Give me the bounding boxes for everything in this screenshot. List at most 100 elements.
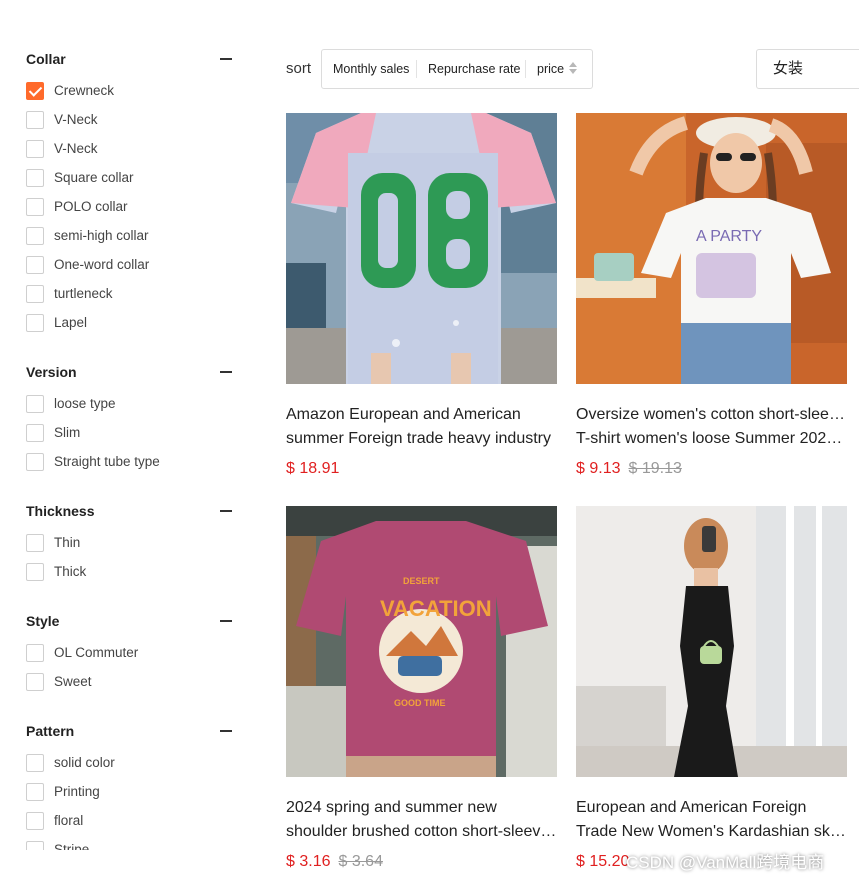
product-title[interactable]: 2024 spring and summer new shoulder brus…: [286, 796, 557, 844]
checkbox[interactable]: [26, 453, 44, 471]
pink-vacation-tshirt-photo[interactable]: VACATION DESERT GOOD TIME: [286, 506, 557, 777]
filter-option-label: V-Neck: [54, 141, 98, 156]
filter-option-label: Crewneck: [54, 83, 115, 98]
svg-text:DESERT: DESERT: [403, 576, 440, 586]
product-title[interactable]: Oversize women's cotton short-sleeved T-…: [576, 403, 847, 451]
checkbox[interactable]: [26, 783, 44, 801]
collapse-minus-icon[interactable]: [220, 58, 232, 60]
checkbox[interactable]: [26, 111, 44, 129]
filter-option-square-collar[interactable]: Square collar: [26, 169, 236, 187]
filter-option-label: Thin: [54, 535, 81, 550]
original-price: $ 19.13: [628, 460, 682, 477]
product-title[interactable]: Amazon European and American summer Fore…: [286, 403, 557, 451]
sort-repurchase-rate-button[interactable]: Repurchase rate: [428, 50, 520, 88]
price-row: $ 9.13 $ 19.13: [576, 457, 682, 481]
checkbox[interactable]: [26, 314, 44, 332]
checkbox[interactable]: [26, 198, 44, 216]
checkbox[interactable]: [26, 424, 44, 442]
svg-text:A PARTY: A PARTY: [696, 228, 762, 245]
product-price: $ 9.13: [576, 460, 621, 477]
collapse-minus-icon[interactable]: [220, 620, 232, 622]
filter-option-floral[interactable]: floral: [26, 812, 236, 830]
product-title-line: 2024 spring and summer new: [286, 799, 497, 816]
product-title[interactable]: European and American Foreign Trade New …: [576, 796, 847, 844]
filter-option-thick[interactable]: Thick: [26, 563, 236, 581]
sort-monthly-sales-button[interactable]: Monthly sales: [333, 50, 409, 88]
checkbox[interactable]: [26, 227, 44, 245]
product-price: $ 15.20: [576, 853, 630, 870]
checkbox[interactable]: [26, 644, 44, 662]
sort-price-button[interactable]: price: [537, 50, 564, 88]
price-row: $ 15.20: [576, 850, 629, 874]
checkbox[interactable]: [26, 812, 44, 830]
filter-option-label: semi-high collar: [54, 228, 149, 243]
filter-option-label: OL Commuter: [54, 645, 139, 660]
filter-option-loose-type[interactable]: loose type: [26, 395, 236, 413]
checkbox[interactable]: [26, 534, 44, 552]
filter-option-semi-high-collar[interactable]: semi-high collar: [26, 227, 236, 245]
filter-option-label: Stripe: [54, 842, 90, 850]
product-title-line: T-shirt women's loose Summer 2024 new: [576, 430, 847, 447]
filter-option-slim[interactable]: Slim: [26, 424, 236, 442]
checkbox[interactable]: [26, 140, 44, 158]
product-title-line: Oversize women's cotton short-sleeved: [576, 406, 847, 423]
product-title-line: European and American Foreign: [576, 799, 807, 816]
checkbox[interactable]: [26, 256, 44, 274]
product-title-line: Trade New Women's Kardashian skinny: [576, 823, 847, 840]
collapse-minus-icon[interactable]: [220, 371, 232, 373]
filter-option-printing[interactable]: Printing: [26, 783, 236, 801]
checkbox[interactable]: [26, 169, 44, 187]
filter-option-label: Thick: [54, 564, 87, 579]
facet-title: Pattern: [26, 723, 75, 739]
collapse-minus-icon[interactable]: [220, 730, 232, 732]
checkbox[interactable]: [26, 563, 44, 581]
category-select[interactable]: 女装: [756, 49, 859, 89]
product-title-line: Amazon European and American: [286, 406, 521, 423]
checkbox[interactable]: [26, 285, 44, 303]
filter-option-v-neck[interactable]: V-Neck: [26, 111, 236, 129]
filter-option-lapel[interactable]: Lapel: [26, 314, 236, 332]
filter-option-ol-commuter[interactable]: OL Commuter: [26, 644, 236, 662]
checkbox[interactable]: [26, 395, 44, 413]
filter-option-label: Printing: [54, 784, 100, 799]
checkbox-checked[interactable]: [26, 82, 44, 100]
filter-option-label: Straight tube type: [54, 454, 160, 469]
filter-option-label: Square collar: [54, 170, 134, 185]
checkbox[interactable]: [26, 754, 44, 772]
filter-option-one-word-collar[interactable]: One-word collar: [26, 256, 236, 274]
sort-label: sort: [286, 60, 312, 77]
checkbox[interactable]: [26, 841, 44, 850]
filter-option-solid-color[interactable]: solid color: [26, 754, 236, 772]
facet-header-thickness[interactable]: Thickness: [26, 501, 232, 521]
price-row: $ 18.91: [286, 457, 339, 481]
product-price: $ 3.16: [286, 853, 331, 870]
facet-title: Thickness: [26, 503, 95, 519]
facet-header-version[interactable]: Version: [26, 362, 232, 382]
black-maxi-dress-photo[interactable]: [576, 506, 847, 777]
filter-option-label: One-word collar: [54, 257, 150, 272]
filter-option-sweet[interactable]: Sweet: [26, 673, 236, 691]
facet-header-pattern[interactable]: Pattern: [26, 721, 232, 741]
filter-option-straight-tube[interactable]: Straight tube type: [26, 453, 236, 471]
filter-option-thin[interactable]: Thin: [26, 534, 236, 552]
watermark-text: CSDN @VanMall跨境电商: [626, 853, 825, 872]
sort-arrows-icon[interactable]: [569, 62, 577, 76]
facet-header-style[interactable]: Style: [26, 611, 232, 631]
product-title-line: shoulder brushed cotton short-sleeved: [286, 823, 557, 840]
filter-option-stripe[interactable]: Stripe: [26, 841, 236, 850]
collapse-minus-icon[interactable]: [220, 510, 232, 512]
sort-button-group: Monthly sales Repurchase rate price: [321, 49, 593, 89]
filter-option-v-neck-2[interactable]: V-Neck: [26, 140, 236, 158]
checkbox[interactable]: [26, 673, 44, 691]
category-select-value: 女装: [773, 60, 804, 77]
filter-option-label: loose type: [54, 396, 116, 411]
sequin-jersey-dress-photo[interactable]: [286, 113, 557, 384]
filter-option-polo-collar[interactable]: POLO collar: [26, 198, 236, 216]
filter-option-turtleneck[interactable]: turtleneck: [26, 285, 236, 303]
facet-title: Style: [26, 613, 60, 629]
filter-option-label: Slim: [54, 425, 81, 440]
facet-header-collar[interactable]: Collar: [26, 49, 232, 69]
white-tshirt-model-photo[interactable]: A PARTY: [576, 113, 847, 384]
filter-option-crewneck[interactable]: Crewneck: [26, 82, 236, 100]
product-title-line: summer Foreign trade heavy industry: [286, 430, 551, 447]
